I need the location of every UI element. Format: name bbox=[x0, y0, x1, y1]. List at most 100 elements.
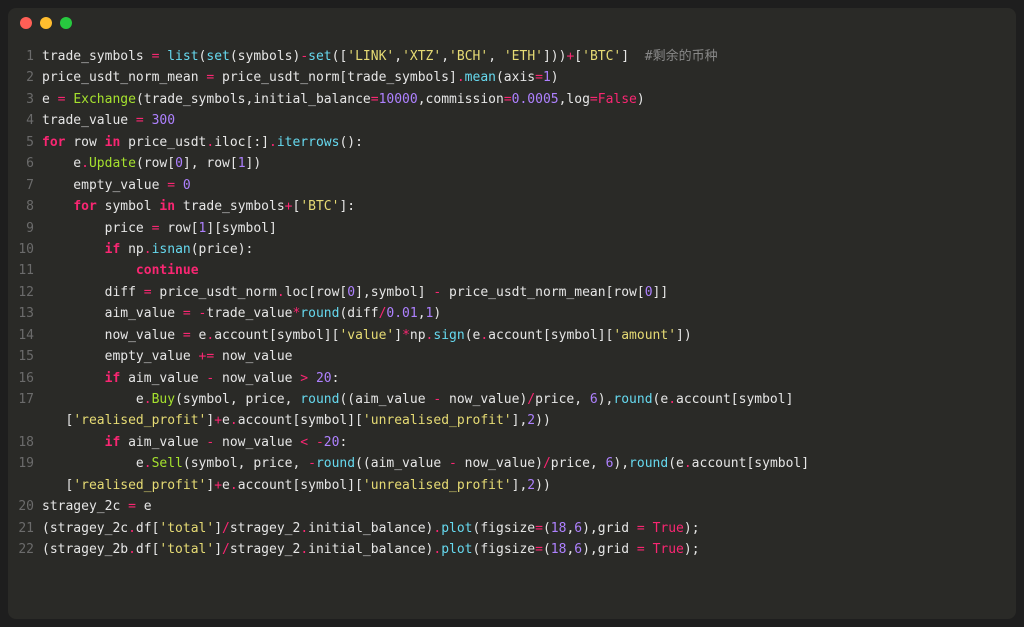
token-op: = bbox=[128, 499, 136, 514]
token-var: diff bbox=[42, 285, 144, 300]
token-func: plot bbox=[441, 542, 472, 557]
token-var: )) bbox=[535, 413, 551, 428]
code-line[interactable]: 19 e.Sell(symbol, price, -round((aim_val… bbox=[8, 453, 1016, 474]
token-var: (symbol, price, bbox=[183, 456, 308, 471]
token-num: 18 bbox=[551, 521, 567, 536]
token-op: / bbox=[222, 542, 230, 557]
code-content[interactable]: e.Update(row[0], row[1]) bbox=[42, 153, 1016, 174]
token-str: 'unrealised_profit' bbox=[363, 478, 512, 493]
code-line[interactable]: 9 price = row[1][symbol] bbox=[8, 218, 1016, 239]
code-line[interactable]: 18 if aim_value - now_value < -20: bbox=[8, 432, 1016, 453]
token-var: stragey_2 bbox=[230, 521, 300, 536]
token-func: plot bbox=[441, 521, 472, 536]
token-op: + bbox=[214, 478, 222, 493]
token-op: . bbox=[81, 156, 89, 171]
token-kw: for bbox=[42, 135, 65, 150]
token-op: - bbox=[433, 392, 441, 407]
token-var: np bbox=[120, 242, 143, 257]
code-content[interactable]: now_value = e.account[symbol]['value']*n… bbox=[42, 325, 1016, 346]
code-content[interactable]: trade_symbols = list(set(symbols)-set(['… bbox=[42, 46, 1016, 67]
line-number: 17 bbox=[8, 389, 42, 410]
code-line[interactable]: 13 aim_value = -trade_value*round(diff/0… bbox=[8, 303, 1016, 324]
code-content[interactable]: price = row[1][symbol] bbox=[42, 218, 1016, 239]
token-var: )) bbox=[535, 478, 551, 493]
token-var: : bbox=[339, 435, 347, 450]
code-content[interactable]: e.Sell(symbol, price, -round((aim_value … bbox=[42, 453, 1016, 474]
code-content[interactable]: price_usdt_norm_mean = price_usdt_norm[t… bbox=[42, 67, 1016, 88]
code-content[interactable]: stragey_2c = e bbox=[42, 496, 1016, 517]
code-content[interactable]: trade_value = 300 bbox=[42, 110, 1016, 131]
code-line[interactable]: 15 empty_value += now_value bbox=[8, 346, 1016, 367]
code-content[interactable]: ['realised_profit']+e.account[symbol]['u… bbox=[42, 475, 1016, 496]
token-var bbox=[645, 542, 653, 557]
token-var: (symbol, price, bbox=[175, 392, 300, 407]
code-content[interactable]: ['realised_profit']+e.account[symbol]['u… bbox=[42, 410, 1016, 431]
code-line[interactable]: 17 e.Buy(symbol, price, round((aim_value… bbox=[8, 389, 1016, 410]
code-content[interactable]: for symbol in trade_symbols+['BTC']: bbox=[42, 196, 1016, 217]
token-op: . bbox=[128, 542, 136, 557]
token-var: ), bbox=[598, 392, 614, 407]
code-content[interactable]: diff = price_usdt_norm.loc[row[0],symbol… bbox=[42, 282, 1016, 303]
code-line[interactable]: 14 now_value = e.account[symbol]['value'… bbox=[8, 325, 1016, 346]
code-line[interactable]: 1trade_symbols = list(set(symbols)-set([… bbox=[8, 46, 1016, 67]
code-line[interactable]: 5for row in price_usdt.iloc[:].iterrows(… bbox=[8, 132, 1016, 153]
token-var: now_value bbox=[42, 328, 183, 343]
code-line[interactable]: 2price_usdt_norm_mean = price_usdt_norm[… bbox=[8, 67, 1016, 88]
close-icon[interactable] bbox=[20, 17, 32, 29]
code-content[interactable]: e.Buy(symbol, price, round((aim_value - … bbox=[42, 389, 1016, 410]
token-var: ])) bbox=[543, 49, 566, 64]
code-content[interactable]: (stragey_2c.df['total']/stragey_2.initia… bbox=[42, 518, 1016, 539]
code-line[interactable]: 6 e.Update(row[0], row[1]) bbox=[8, 153, 1016, 174]
code-editor[interactable]: 1 trade_symbols = list(set(symbols)-set([… bbox=[8, 38, 1016, 577]
token-op: = bbox=[637, 521, 645, 536]
code-content[interactable]: if np.isnan(price): bbox=[42, 239, 1016, 260]
code-line[interactable]: 8 for symbol in trade_symbols+['BTC']: bbox=[8, 196, 1016, 217]
code-line[interactable]: 16 if aim_value - now_value > 20: bbox=[8, 368, 1016, 389]
code-content[interactable]: empty_value = 0 bbox=[42, 175, 1016, 196]
code-content[interactable]: aim_value = -trade_value*round(diff/0.01… bbox=[42, 303, 1016, 324]
token-op: . bbox=[144, 392, 152, 407]
token-var: account[symbol][ bbox=[238, 478, 363, 493]
token-num: 0 bbox=[645, 285, 653, 300]
token-num: 0.01 bbox=[386, 306, 417, 321]
code-content[interactable]: e = Exchange(trade_symbols,initial_balan… bbox=[42, 89, 1016, 110]
token-func: round bbox=[300, 306, 339, 321]
token-var: (diff bbox=[339, 306, 378, 321]
titlebar bbox=[8, 8, 1016, 38]
token-var: ][symbol] bbox=[206, 221, 276, 236]
token-var: (price): bbox=[191, 242, 254, 257]
code-line[interactable]: ['realised_profit']+e.account[symbol]['u… bbox=[8, 475, 1016, 496]
token-num: 1 bbox=[543, 70, 551, 85]
token-var: ]] bbox=[653, 285, 669, 300]
token-var: (symbols) bbox=[230, 49, 300, 64]
code-line[interactable]: 20stragey_2c = e bbox=[8, 496, 1016, 517]
code-line[interactable]: 12 diff = price_usdt_norm.loc[row[0],sym… bbox=[8, 282, 1016, 303]
token-var: ),grid bbox=[582, 542, 637, 557]
token-num: 6 bbox=[574, 542, 582, 557]
token-var: ) bbox=[551, 70, 559, 85]
code-line[interactable]: 10 if np.isnan(price): bbox=[8, 239, 1016, 260]
token-var: ),grid bbox=[582, 521, 637, 536]
code-line[interactable]: 7 empty_value = 0 bbox=[8, 175, 1016, 196]
code-content[interactable]: (stragey_2b.df['total']/stragey_2.initia… bbox=[42, 539, 1016, 560]
maximize-icon[interactable] bbox=[60, 17, 72, 29]
token-num: 10000 bbox=[379, 92, 418, 107]
code-content[interactable]: continue bbox=[42, 260, 1016, 281]
minimize-icon[interactable] bbox=[40, 17, 52, 29]
code-line[interactable]: 3e = Exchange(trade_symbols,initial_bala… bbox=[8, 89, 1016, 110]
code-line[interactable]: 4trade_value = 300 bbox=[8, 110, 1016, 131]
code-line[interactable]: 21(stragey_2c.df['total']/stragey_2.init… bbox=[8, 518, 1016, 539]
code-content[interactable]: if aim_value - now_value > 20: bbox=[42, 368, 1016, 389]
code-content[interactable]: if aim_value - now_value < -20: bbox=[42, 432, 1016, 453]
code-line[interactable]: 22(stragey_2b.df['total']/stragey_2.init… bbox=[8, 539, 1016, 560]
token-op: + bbox=[214, 413, 222, 428]
code-line[interactable]: 11 continue bbox=[8, 260, 1016, 281]
token-var: trade_value bbox=[42, 113, 136, 128]
token-str: 'amount' bbox=[613, 328, 676, 343]
token-class: Exchange bbox=[73, 92, 136, 107]
code-line[interactable]: ['realised_profit']+e.account[symbol]['u… bbox=[8, 410, 1016, 431]
token-num: 18 bbox=[551, 542, 567, 557]
code-content[interactable]: empty_value += now_value bbox=[42, 346, 1016, 367]
code-content[interactable]: for row in price_usdt.iloc[:].iterrows()… bbox=[42, 132, 1016, 153]
token-str: 'realised_profit' bbox=[73, 478, 206, 493]
